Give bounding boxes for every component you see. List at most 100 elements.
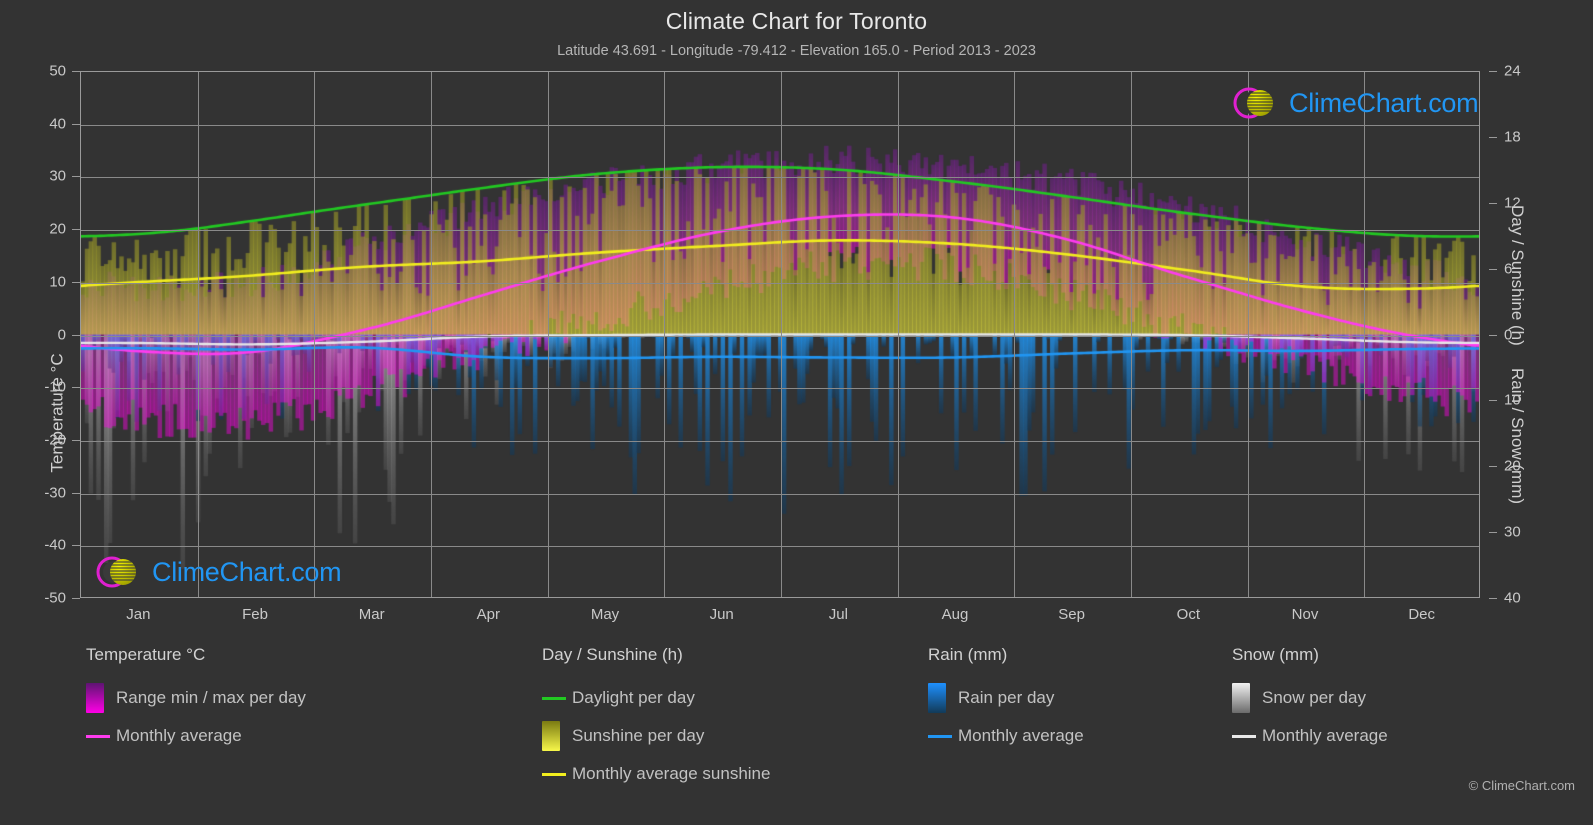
axis-tickmark	[1489, 202, 1497, 204]
legend-item[interactable]: Snow per day	[1232, 679, 1532, 717]
axis-tickmark	[72, 229, 80, 231]
legend-item[interactable]: Monthly average	[86, 717, 516, 755]
y-axis-right-top-tick: 6	[1504, 260, 1513, 278]
axis-tickmark	[1489, 466, 1497, 468]
y-axis-right-bottom-tick: 10	[1504, 391, 1521, 409]
legend-line-swatch	[1232, 734, 1256, 738]
axis-tickmark	[1489, 598, 1497, 599]
legend: Temperature °C Range min / max per day Mon…	[0, 645, 1593, 810]
x-axis-tick: Jun	[709, 606, 734, 623]
axis-tickmark	[1489, 136, 1497, 138]
axis-tickmark	[1489, 532, 1497, 534]
axis-tickmark	[72, 71, 80, 72]
watermark-wordmark: ClimeChart.com	[152, 556, 342, 587]
legend-item-label: Monthly average	[958, 726, 1084, 745]
legend-heading: Temperature °C	[86, 645, 206, 664]
y-axis-left-tick: -40	[44, 536, 66, 554]
legend-item-label: Monthly average	[1262, 726, 1388, 745]
x-axis-tick: Apr	[476, 606, 500, 623]
legend-color-swatch	[542, 721, 560, 751]
copyright-text: © ClimeChart.com	[1468, 778, 1575, 793]
y-axis-left-tick: -10	[44, 378, 66, 396]
y-axis-right-top-tick: 24	[1504, 62, 1521, 80]
x-axis-tick: Mar	[358, 606, 385, 623]
y-axis-right-bottom-tick: 20	[1504, 457, 1521, 475]
x-axis-tick: Dec	[1408, 606, 1435, 623]
y-axis-right-top-tick: 0	[1504, 326, 1513, 343]
x-axis-tick: May	[590, 606, 620, 623]
y-axis-left-tick: 40	[49, 115, 66, 133]
y-axis-left-tick: 30	[49, 167, 66, 185]
y-axis-right-bottom-tick: 40	[1504, 589, 1521, 607]
axis-tickmark	[72, 598, 80, 599]
page-subtitle: Latitude 43.691 - Longitude -79.412 - El…	[557, 43, 1036, 59]
legend-item-label: Daylight per day	[572, 688, 695, 707]
legend-heading: Snow (mm)	[1232, 645, 1319, 664]
legend-item-label: Snow per day	[1262, 688, 1366, 707]
legend-group-daysunshine: Day / Sunshine (h) Daylight per day Sunshi…	[542, 645, 922, 793]
legend-item-label: Monthly average	[116, 726, 242, 745]
legend-item-label: Monthly average sunshine	[572, 764, 771, 783]
legend-group-temperature: Temperature °C Range min / max per day Mon…	[86, 645, 516, 755]
y-axis-left-tick: 50	[49, 62, 66, 80]
legend-line-swatch	[542, 772, 566, 776]
legend-line-swatch	[542, 696, 566, 700]
legend-line-swatch	[86, 734, 110, 738]
watermark-logo-bottom: ClimeChart.com	[94, 552, 342, 592]
y-axis-left-tick: 10	[49, 273, 66, 291]
legend-item[interactable]: Rain per day	[928, 679, 1218, 717]
x-axis-tick: Feb	[242, 606, 268, 623]
climate-chart-page: Climate Chart for Toronto Latitude 43.69…	[0, 0, 1593, 825]
legend-color-swatch	[86, 683, 104, 713]
legend-color-swatch	[928, 683, 946, 713]
watermark-logo-top: ClimeChart.com	[1231, 83, 1479, 123]
legend-line-marker	[86, 734, 110, 738]
y-axis-right-top-tick: 18	[1504, 128, 1521, 146]
y-axis-right-bottom-tick: 30	[1504, 523, 1521, 541]
legend-line-marker	[542, 772, 566, 776]
y-axis-left-label: Temperature °C	[47, 352, 67, 473]
axis-tickmark	[72, 545, 80, 547]
y-axis-right-bottom-label: Rain / Snow (mm)	[1508, 368, 1527, 505]
legend-line-marker	[1232, 734, 1256, 738]
legend-item[interactable]: Range min / max per day	[86, 679, 516, 717]
axis-tickmark	[72, 439, 80, 441]
axis-tickmark	[72, 176, 80, 178]
y-axis-left-tick: -30	[44, 484, 66, 502]
legend-heading: Day / Sunshine (h)	[542, 645, 683, 664]
axis-tickmark	[1489, 268, 1497, 270]
axis-tickmark	[72, 387, 80, 389]
legend-item-label: Range min / max per day	[116, 688, 306, 707]
legend-line-marker	[542, 696, 566, 700]
x-axis-tick: Oct	[1176, 606, 1200, 623]
legend-item[interactable]: Monthly average	[1232, 717, 1532, 755]
legend-item[interactable]: Sunshine per day	[542, 717, 922, 755]
y-axis-right-top-tick: 12	[1504, 194, 1521, 212]
x-axis-tick: Jul	[828, 606, 848, 623]
axis-tickmark	[1489, 334, 1497, 336]
climechart-logo-icon	[1233, 87, 1273, 119]
axis-tickmark	[1489, 71, 1497, 72]
legend-group-rain: Rain (mm) Rain per day Monthly average	[928, 645, 1218, 755]
chart-canvas	[81, 72, 1479, 597]
x-axis-tick: Aug	[941, 606, 969, 623]
legend-item-label: Rain per day	[958, 688, 1055, 707]
page-title: Climate Chart for Toronto	[665, 8, 928, 34]
axis-tickmark	[72, 123, 80, 125]
x-axis-tick: Jan	[126, 606, 151, 623]
y-axis-left-tick: 0	[57, 326, 66, 343]
climechart-logo-icon	[96, 556, 136, 588]
axis-tickmark	[72, 281, 80, 283]
watermark-wordmark: ClimeChart.com	[1289, 87, 1479, 118]
y-axis-left-tick: -20	[44, 431, 66, 449]
legend-group-snow: Snow (mm) Snow per day Monthly average	[1232, 645, 1532, 755]
axis-tickmark	[72, 492, 80, 494]
legend-item[interactable]: Daylight per day	[542, 679, 922, 717]
legend-line-swatch	[928, 734, 952, 738]
legend-item[interactable]: Monthly average	[928, 717, 1218, 755]
y-axis-left-tick: 20	[49, 220, 66, 238]
axis-tickmark	[72, 334, 80, 336]
legend-heading: Rain (mm)	[928, 645, 1008, 664]
legend-item[interactable]: Monthly average sunshine	[542, 755, 922, 793]
x-axis-tick: Nov	[1291, 606, 1319, 623]
